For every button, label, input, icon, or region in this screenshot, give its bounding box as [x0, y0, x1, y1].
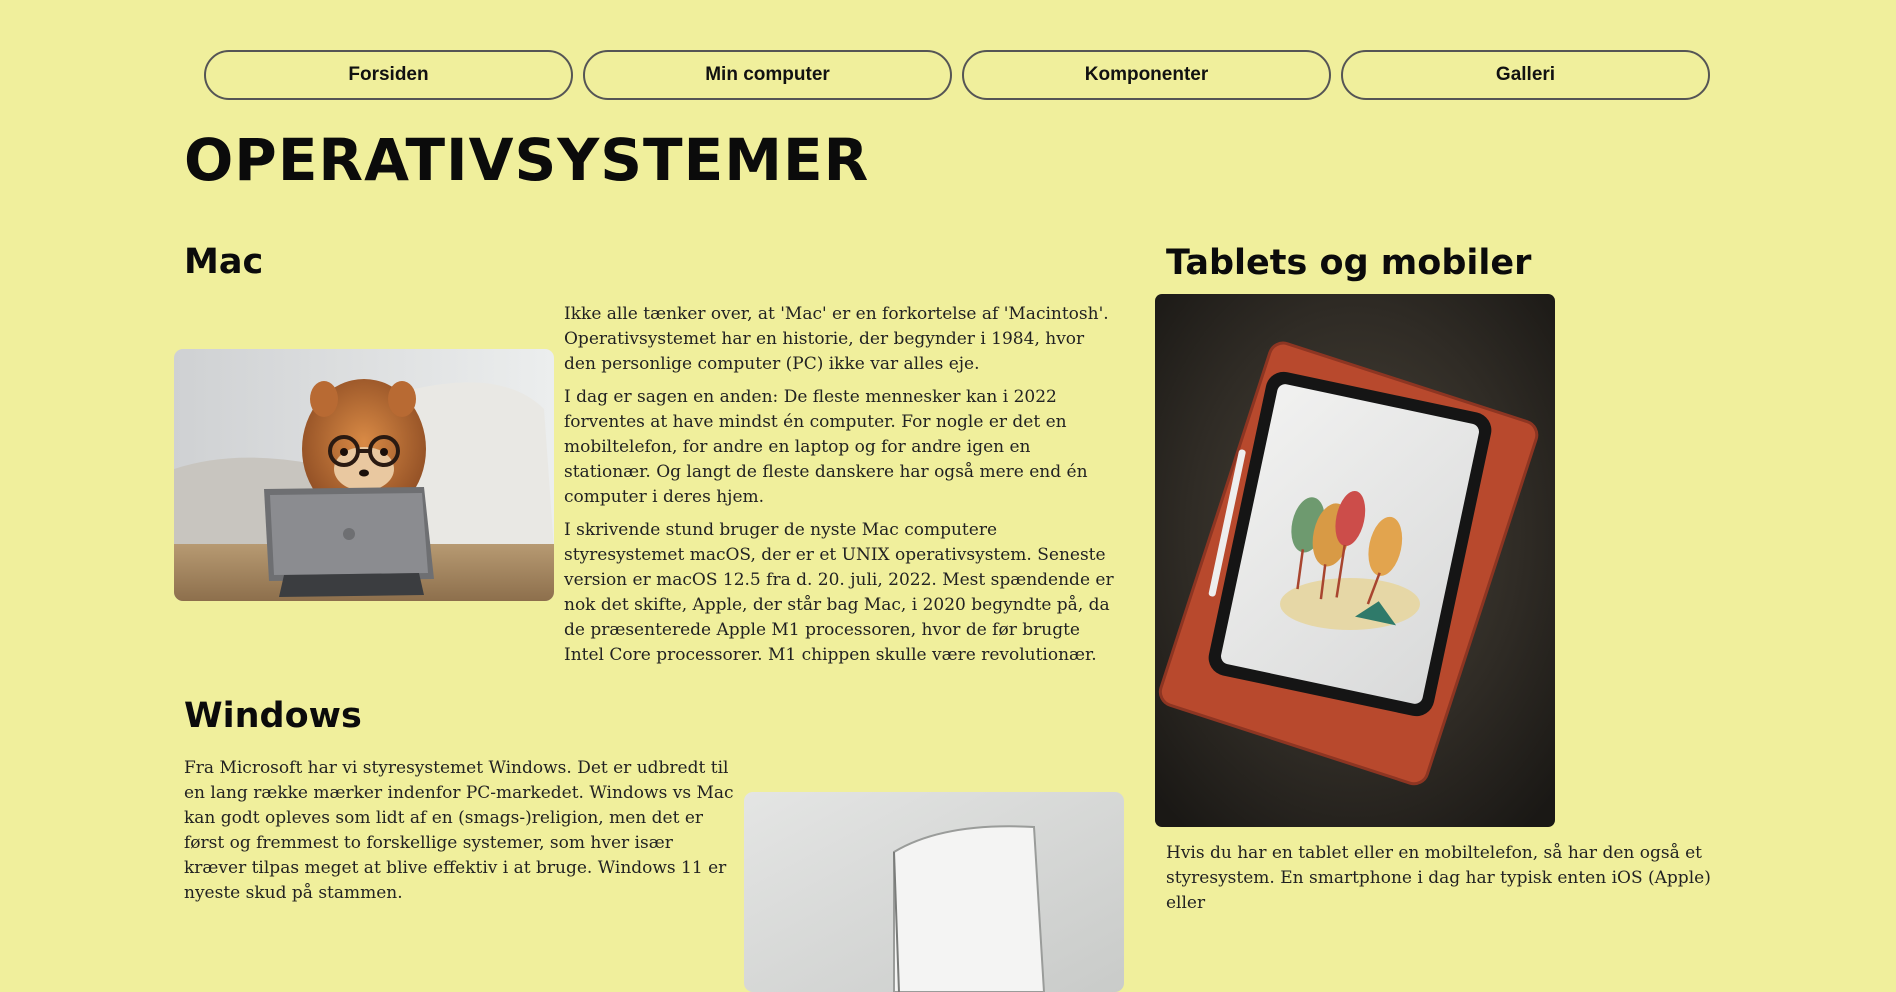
mac-paragraph-3: I skrivende stund bruger de nyste Mac co…: [564, 520, 1114, 665]
windows-text: Fra Microsoft har vi styresystemet Windo…: [184, 756, 734, 914]
mac-paragraph-2: I dag er sagen en anden: De fleste menne…: [564, 387, 1088, 507]
main-nav: Forsiden Min computer Komponenter Galler…: [204, 50, 1710, 100]
page-title: OPERATIVSYSTEMER: [184, 126, 870, 194]
nav-komponenter-button[interactable]: Komponenter: [962, 50, 1331, 100]
windows-laptop-photo: [744, 792, 1124, 992]
windows-paragraph-1: Fra Microsoft har vi styresystemet Windo…: [184, 758, 734, 903]
nav-galleri-button[interactable]: Galleri: [1341, 50, 1710, 100]
nav-forsiden-button[interactable]: Forsiden: [204, 50, 573, 100]
mac-dog-photo: [174, 349, 554, 601]
tablets-text: Hvis du har en tablet eller en mobiltele…: [1166, 841, 1726, 924]
mac-paragraph-1: Ikke alle tænker over, at 'Mac' er en fo…: [564, 304, 1109, 374]
nav-min-computer-button[interactable]: Min computer: [583, 50, 952, 100]
mac-heading: Mac: [184, 242, 264, 282]
tablet-photo: [1155, 294, 1555, 827]
tablets-heading: Tablets og mobiler: [1166, 243, 1532, 283]
mac-text: Ikke alle tænker over, at 'Mac' er en fo…: [564, 302, 1119, 676]
tablets-paragraph-1: Hvis du har en tablet eller en mobiltele…: [1166, 843, 1711, 913]
windows-heading: Windows: [184, 696, 362, 736]
